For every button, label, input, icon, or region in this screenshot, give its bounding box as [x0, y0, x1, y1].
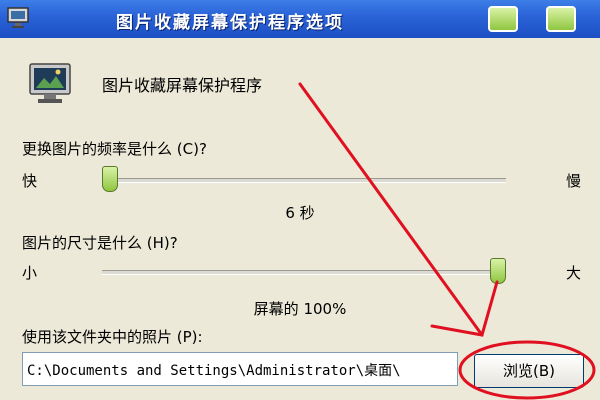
folder-path-input[interactable]: C:\Documents and Settings\Administrator\…	[22, 352, 458, 386]
frequency-min-label: 快	[22, 172, 38, 190]
size-label: 图片的尺寸是什么 (H)?	[22, 234, 178, 252]
frequency-max-label: 慢	[566, 172, 582, 190]
frequency-value: 6 秒	[285, 204, 315, 222]
size-max-label: 大	[566, 264, 582, 282]
frequency-slider-thumb[interactable]	[102, 166, 118, 192]
folder-label: 使用该文件夹中的照片 (P):	[22, 328, 203, 346]
size-slider-thumb[interactable]	[490, 258, 506, 284]
close-button[interactable]	[546, 6, 576, 32]
window-title: 图片收藏屏幕保护程序选项	[116, 13, 344, 33]
frequency-label: 更换图片的频率是什么 (C)?	[22, 140, 207, 158]
app-icon	[7, 7, 29, 28]
monitor-icon	[29, 63, 71, 103]
size-value: 屏幕的 100%	[253, 300, 347, 318]
browse-button[interactable]: 浏览(B)	[474, 354, 584, 388]
title-bar[interactable]: 图片收藏屏幕保护程序选项	[0, 0, 600, 38]
size-slider-track[interactable]	[102, 270, 506, 275]
frequency-slider-track[interactable]	[102, 178, 506, 183]
program-name: 图片收藏屏幕保护程序	[102, 76, 263, 95]
help-button[interactable]	[488, 6, 518, 32]
size-min-label: 小	[22, 264, 38, 282]
